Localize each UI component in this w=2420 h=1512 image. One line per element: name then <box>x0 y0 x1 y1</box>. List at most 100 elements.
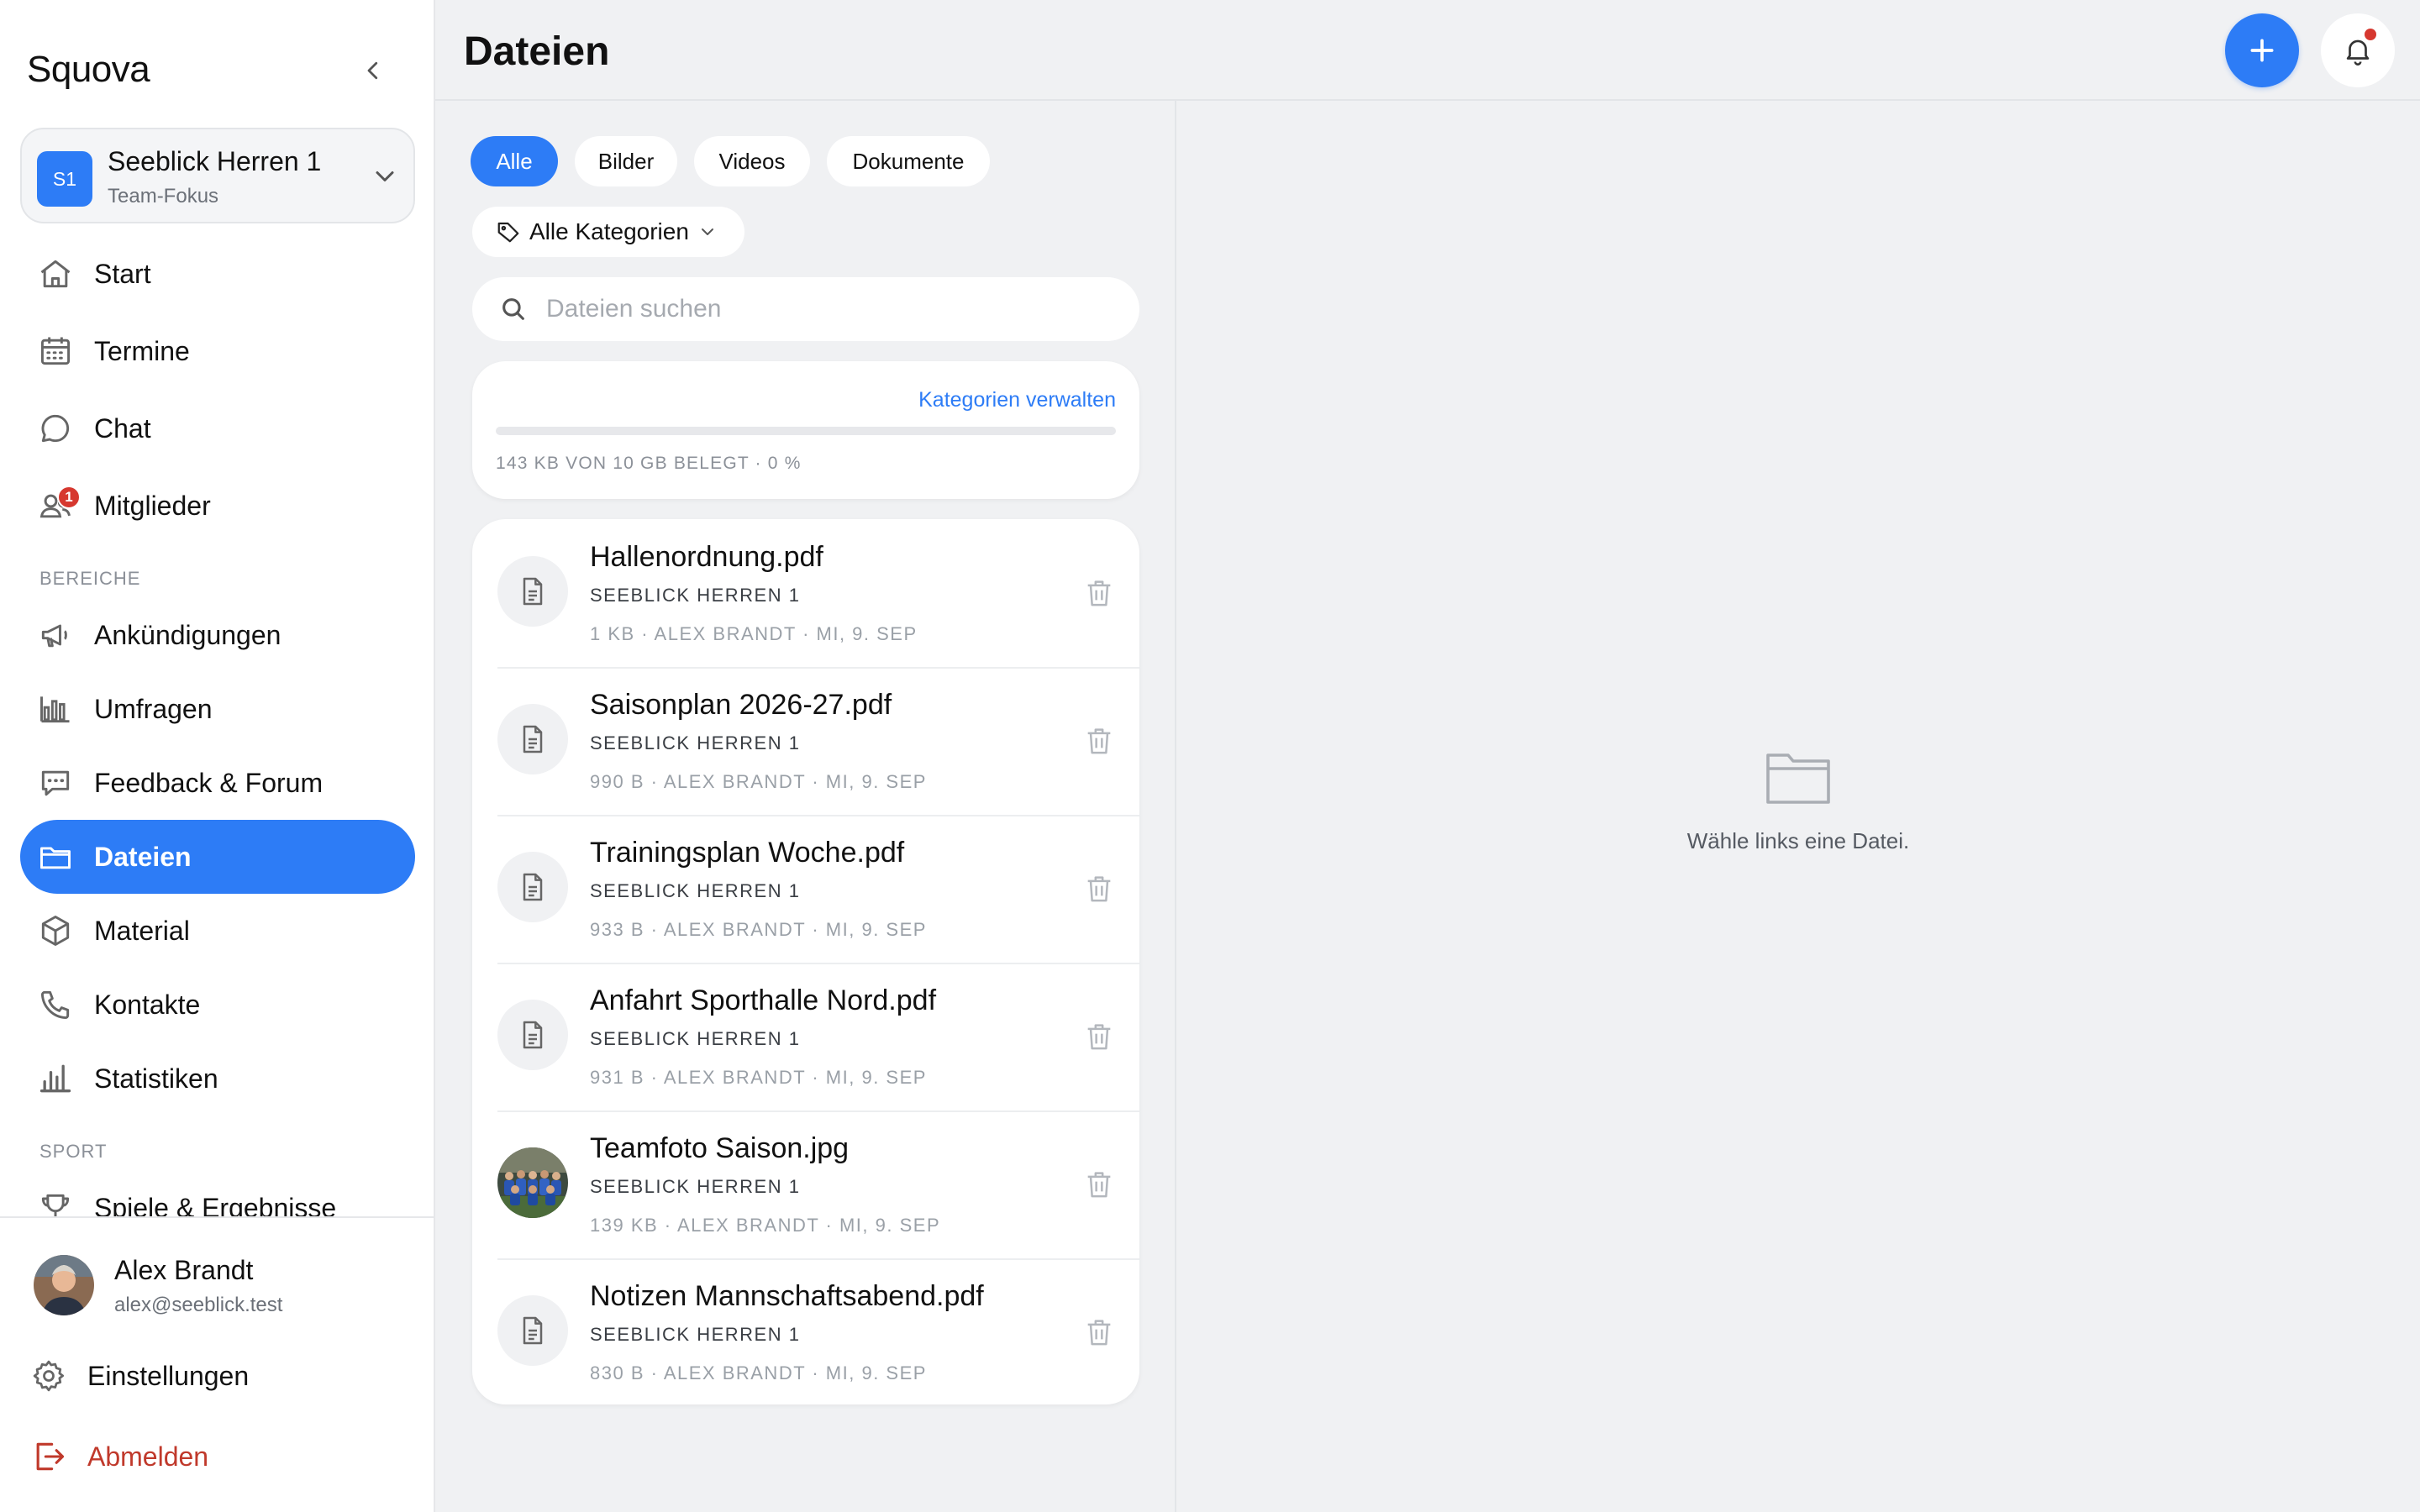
nav-item-umfragen[interactable]: Umfragen <box>20 672 415 746</box>
nav-label: Chat <box>94 412 151 444</box>
nav-label: Statistiken <box>94 1063 218 1094</box>
collapse-sidebar-button[interactable] <box>353 50 393 91</box>
page-title: Dateien <box>464 29 610 74</box>
search-icon <box>502 298 524 320</box>
settings-label: Einstellungen <box>87 1360 250 1391</box>
nav-item-feedback-forum[interactable]: Feedback & Forum <box>20 746 415 820</box>
search-input[interactable] <box>546 295 1118 323</box>
add-file-button[interactable] <box>2225 13 2299 87</box>
storage-progress-bar <box>496 427 1116 435</box>
file-row[interactable]: Teamfoto Saison.jpg SEEBLICK HERREN 1 13… <box>472 1110 1139 1258</box>
megaphone-icon <box>41 624 67 648</box>
storage-usage-text: 143 KB VON 10 GB BELEGT · 0 % <box>496 454 802 473</box>
team-switcher[interactable]: S1 Seeblick Herren 1 Team-Fokus <box>20 128 415 223</box>
team-badge: S1 <box>37 151 92 207</box>
file-meta: 931 B · ALEX BRANDT · MI, 9. SEP <box>590 1067 927 1088</box>
home-icon <box>40 260 71 288</box>
file-thumbnail <box>497 704 568 774</box>
file-name: Teamfoto Saison.jpg <box>590 1132 850 1164</box>
file-meta: 830 B · ALEX BRANDT · MI, 9. SEP <box>590 1362 927 1383</box>
file-row[interactable]: Hallenordnung.pdf SEEBLICK HERREN 1 1 KB… <box>472 519 1139 667</box>
file-team: SEEBLICK HERREN 1 <box>590 585 801 606</box>
user-email: alex@seeblick.test <box>114 1294 283 1316</box>
notifications-button[interactable] <box>2321 13 2395 87</box>
box-icon <box>41 916 70 946</box>
nav-label: Mitglieder <box>94 490 211 521</box>
file-name: Saisonplan 2026-27.pdf <box>590 689 892 721</box>
file-team: SEEBLICK HERREN 1 <box>590 880 801 901</box>
stats-icon <box>39 1064 71 1093</box>
logout-icon <box>36 1442 65 1471</box>
nav-item-ankuendigungen[interactable]: Ankündigungen <box>20 598 415 672</box>
nav-item-chat[interactable]: Chat <box>20 391 415 465</box>
document-icon <box>523 725 543 753</box>
storage-card: Kategorien verwalten 143 KB VON 10 GB BE… <box>472 361 1139 499</box>
file-row[interactable]: Anfahrt Sporthalle Nord.pdf SEEBLICK HER… <box>472 963 1139 1110</box>
category-dropdown[interactable]: Alle Kategorien <box>472 207 744 257</box>
trash-icon[interactable] <box>1082 872 1116 906</box>
manage-categories-link[interactable]: Kategorien verwalten <box>918 388 1116 412</box>
trash-icon[interactable] <box>1082 576 1116 610</box>
nav-label: Dateien <box>94 841 192 872</box>
file-thumbnail <box>497 852 568 922</box>
file-list: Hallenordnung.pdf SEEBLICK HERREN 1 1 KB… <box>472 519 1139 1404</box>
nav-label: Kontakte <box>94 989 201 1020</box>
search-box <box>472 277 1139 341</box>
team-subtitle: Team-Fokus <box>108 185 219 207</box>
document-icon <box>523 1316 543 1345</box>
document-icon <box>523 1021 543 1049</box>
bar-chart-icon <box>40 696 70 723</box>
nav-item-material[interactable]: Material <box>20 894 415 968</box>
chevron-down-icon <box>701 228 713 235</box>
filter-tab-dokumente[interactable]: Dokumente <box>827 136 990 186</box>
file-name: Hallenordnung.pdf <box>590 541 823 573</box>
nav-item-kontakte[interactable]: Kontakte <box>20 968 415 1042</box>
avatar[interactable] <box>34 1255 94 1315</box>
file-meta: 1 KB · ALEX BRANDT · MI, 9. SEP <box>590 623 918 644</box>
trash-icon[interactable] <box>1082 724 1116 758</box>
file-thumbnail <box>497 1295 568 1366</box>
trash-icon[interactable] <box>1082 1315 1116 1349</box>
file-team: SEEBLICK HERREN 1 <box>590 1324 801 1345</box>
document-icon <box>523 577 543 606</box>
file-thumbnail <box>497 556 568 627</box>
calendar-icon <box>40 337 71 365</box>
team-photo-thumbnail <box>497 1147 568 1218</box>
file-row[interactable]: Saisonplan 2026-27.pdf SEEBLICK HERREN 1… <box>472 667 1139 815</box>
plus-icon <box>2250 39 2274 62</box>
chevron-down-icon <box>376 171 394 181</box>
app-logo: Squova <box>27 49 150 90</box>
file-team: SEEBLICK HERREN 1 <box>590 1176 801 1197</box>
file-thumbnail <box>497 1000 568 1070</box>
phone-icon <box>40 990 70 1020</box>
file-meta: 990 B · ALEX BRANDT · MI, 9. SEP <box>590 771 927 792</box>
filter-tab-alle[interactable]: Alle <box>471 136 558 186</box>
logout-label: Abmelden <box>87 1441 209 1472</box>
nav-item-start[interactable]: Start <box>20 237 415 311</box>
trash-icon[interactable] <box>1082 1168 1116 1201</box>
settings-link[interactable]: Einstellungen <box>30 1357 249 1394</box>
preview-empty-state: Wähle links eine Datei. <box>1176 748 2420 854</box>
folder-open-icon <box>1766 753 1830 804</box>
tag-icon <box>497 222 519 243</box>
file-name: Trainingsplan Woche.pdf <box>590 837 905 869</box>
forum-icon <box>41 770 70 796</box>
nav-item-termine[interactable]: Termine <box>20 314 415 388</box>
user-name: Alex Brandt <box>114 1255 254 1285</box>
nav-label: Termine <box>94 335 190 366</box>
filter-tab-videos[interactable]: Videos <box>694 136 810 186</box>
file-row[interactable]: Notizen Mannschaftsabend.pdf SEEBLICK HE… <box>472 1258 1139 1404</box>
trash-icon[interactable] <box>1082 1020 1116 1053</box>
top-bar: Dateien <box>435 0 2420 101</box>
nav-item-statistiken[interactable]: Statistiken <box>20 1042 415 1116</box>
chat-bubble-icon <box>41 414 70 443</box>
logout-link[interactable]: Abmelden <box>30 1438 208 1475</box>
file-meta: 933 B · ALEX BRANDT · MI, 9. SEP <box>590 919 927 940</box>
chevron-left-icon <box>367 61 378 80</box>
nav-item-mitglieder[interactable]: 1 Mitglieder <box>20 469 415 543</box>
file-team: SEEBLICK HERREN 1 <box>590 1028 801 1049</box>
nav-item-dateien[interactable]: Dateien <box>20 820 415 894</box>
gear-icon <box>33 1360 65 1392</box>
filter-tab-bilder[interactable]: Bilder <box>575 136 677 186</box>
file-row[interactable]: Trainingsplan Woche.pdf SEEBLICK HERREN … <box>472 815 1139 963</box>
